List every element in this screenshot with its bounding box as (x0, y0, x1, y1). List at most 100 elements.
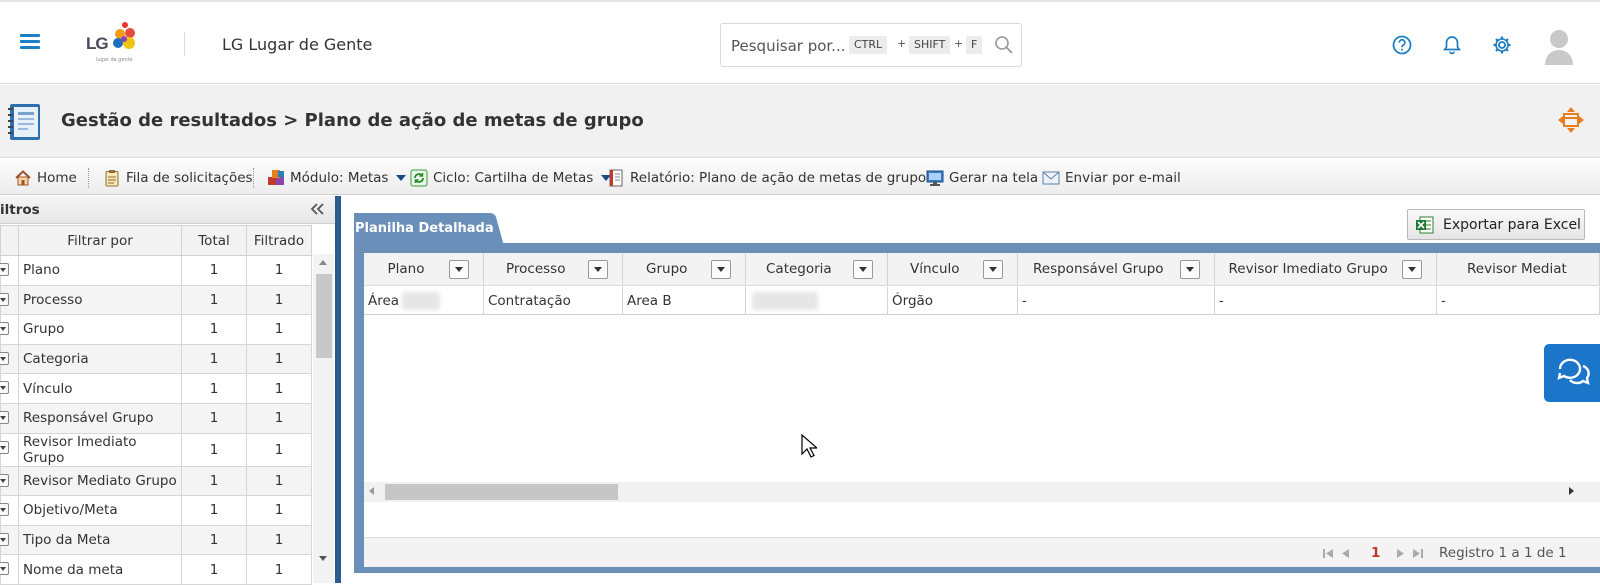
filter-row-dropdown[interactable] (0, 432, 19, 467)
filter-row[interactable]: Vínculo 1 1 (0, 373, 312, 404)
grid-column-header[interactable]: Plano (364, 253, 484, 286)
dropdown-arrow-icon[interactable] (0, 381, 9, 395)
column-filter-dropdown-icon[interactable] (588, 260, 608, 279)
home-button[interactable]: Home (14, 167, 77, 189)
filter-row-dropdown[interactable] (0, 402, 19, 434)
export-excel-button[interactable]: Exportar para Excel (1407, 209, 1585, 240)
filter-total: 1 (181, 465, 247, 497)
home-icon (15, 170, 31, 186)
request-queue-label: Fila de solicitações (126, 170, 253, 186)
avatar[interactable] (1544, 27, 1574, 65)
dropdown-arrow-icon[interactable] (0, 473, 9, 487)
grid-column-header[interactable]: Processo (484, 253, 623, 286)
home-label: Home (37, 170, 77, 186)
dropdown-arrow-icon[interactable] (0, 440, 9, 454)
generate-on-screen-button[interactable]: Gerar na tela (926, 167, 1038, 189)
first-page-icon[interactable] (1322, 548, 1334, 559)
gear-icon[interactable] (1491, 34, 1513, 56)
grid-cell[interactable]: Órgão (888, 287, 1018, 315)
filter-row-dropdown[interactable] (0, 284, 19, 316)
scroll-up-arrow-icon[interactable] (319, 260, 327, 265)
filter-row[interactable]: Categoria 1 1 (0, 343, 312, 375)
scroll-down-arrow-icon[interactable] (319, 556, 327, 561)
grid-cell[interactable]: Area B (623, 287, 746, 315)
grid-column-header[interactable]: Grupo (623, 253, 746, 286)
filter-row-dropdown[interactable] (0, 255, 19, 286)
filter-name: Grupo (18, 314, 182, 345)
panel-splitter[interactable] (335, 196, 341, 583)
grid-cell[interactable] (746, 287, 888, 315)
filter-row[interactable]: Tipo da Meta 1 1 (0, 524, 312, 556)
cycle-dropdown[interactable]: Ciclo: Cartilha de Metas (410, 167, 612, 189)
filter-row-dropdown[interactable] (0, 314, 19, 345)
chat-support-button[interactable] (1544, 344, 1600, 402)
grid-horizontal-scrollbar[interactable] (364, 482, 1600, 502)
scroll-thumb[interactable] (316, 274, 332, 358)
prev-page-icon[interactable] (1340, 548, 1352, 559)
column-filter-dropdown-icon[interactable] (711, 260, 731, 279)
grid-cell[interactable]: Área (364, 287, 484, 315)
filter-row-dropdown[interactable] (0, 465, 19, 497)
collapse-left-icon[interactable] (309, 202, 325, 216)
filter-row-dropdown[interactable] (0, 554, 19, 585)
grid-cell[interactable]: - (1215, 287, 1437, 315)
grid-header-row: Plano Processo Grupo Categoria Vínculo Respon… (364, 253, 1600, 286)
module-dropdown[interactable]: Módulo: Metas (267, 167, 407, 189)
filter-row-dropdown[interactable] (0, 524, 19, 556)
next-page-icon[interactable] (1394, 548, 1406, 559)
toolbar-separator (88, 168, 89, 188)
column-filter-dropdown-icon[interactable] (983, 260, 1003, 279)
move-panel-icon[interactable] (1557, 106, 1585, 134)
filter-row[interactable]: Plano 1 1 (0, 255, 312, 286)
dropdown-arrow-icon[interactable] (0, 292, 9, 306)
help-icon[interactable] (1391, 34, 1413, 56)
report-dropdown[interactable]: Relatório: Plano de ação de metas de gru… (607, 167, 945, 189)
filter-row-dropdown[interactable] (0, 373, 19, 404)
grid-column-header[interactable]: Categoria (746, 253, 888, 286)
global-search[interactable]: Pesquisar por... CTRL + SHIFT + F (720, 23, 1022, 67)
filter-row-dropdown[interactable] (0, 495, 19, 526)
search-icon[interactable] (994, 35, 1014, 55)
filter-row[interactable]: Processo 1 1 (0, 284, 312, 316)
scroll-left-arrow-icon[interactable] (369, 487, 374, 495)
dropdown-arrow-icon[interactable] (0, 503, 9, 517)
filter-row[interactable]: Revisor Mediato Grupo 1 1 (0, 465, 312, 497)
grid-column-header[interactable]: Revisor Imediato Grupo (1215, 253, 1437, 286)
scroll-thumb[interactable] (385, 484, 618, 500)
filter-row[interactable]: Objetivo/Meta 1 1 (0, 495, 312, 526)
filters-scrollbar[interactable] (313, 254, 334, 583)
dropdown-arrow-icon[interactable] (0, 351, 9, 365)
table-row[interactable]: Área Contratação Area B Órgão - - - (364, 287, 1600, 315)
dropdown-arrow-icon[interactable] (0, 263, 9, 276)
menu-icon[interactable] (20, 34, 40, 50)
grid-cell[interactable]: Contratação (484, 287, 623, 315)
filter-row-dropdown[interactable] (0, 343, 19, 375)
column-filter-dropdown-icon[interactable] (449, 260, 469, 279)
bell-icon[interactable] (1441, 34, 1463, 56)
column-filter-dropdown-icon[interactable] (853, 260, 873, 279)
grid-cell[interactable]: - (1018, 287, 1215, 315)
send-email-button[interactable]: Enviar por e-mail (1042, 167, 1181, 189)
filter-row[interactable]: Nome da meta 1 1 (0, 554, 312, 585)
module-cubes-icon (268, 170, 284, 185)
filter-name: Tipo da Meta (18, 524, 182, 556)
dropdown-arrow-icon[interactable] (0, 562, 9, 576)
grid-column-header[interactable]: Revisor Mediat (1437, 253, 1600, 286)
dropdown-arrow-icon[interactable] (0, 410, 9, 424)
grid-cell[interactable]: - (1437, 287, 1600, 315)
lg-logo[interactable]: LG lugar de gente (84, 18, 142, 68)
filter-row[interactable]: Grupo 1 1 (0, 314, 312, 345)
filter-row[interactable]: Responsável Grupo 1 1 (0, 402, 312, 434)
grid-column-header[interactable]: Responsável Grupo (1018, 253, 1215, 286)
column-filter-dropdown-icon[interactable] (1402, 260, 1422, 279)
dropdown-arrow-icon[interactable] (0, 322, 9, 336)
filter-row[interactable]: Revisor Imediato Grupo 1 1 (0, 432, 312, 467)
filter-filtered: 1 (246, 432, 312, 467)
last-page-icon[interactable] (1412, 548, 1424, 559)
request-queue-button[interactable]: Fila de solicitações (103, 167, 253, 189)
grid-column-header[interactable]: Vínculo (888, 253, 1018, 286)
scroll-right-arrow-icon[interactable] (1569, 487, 1574, 495)
filter-name: Vínculo (18, 373, 182, 404)
dropdown-arrow-icon[interactable] (0, 532, 9, 546)
column-filter-dropdown-icon[interactable] (1180, 260, 1200, 279)
